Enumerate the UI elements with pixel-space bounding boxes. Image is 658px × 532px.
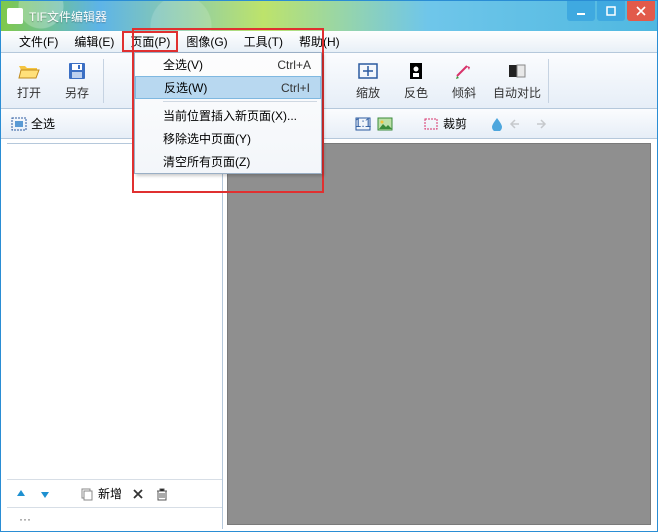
menubar: 文件(F) 编辑(E) 页面(P) 图像(G) 工具(T) 帮助(H) <box>1 31 657 53</box>
more-label: ··· <box>19 512 31 526</box>
move-down-icon[interactable] <box>37 486 53 502</box>
toolbar-main: 打开 另存 打 缩放 反色 倾斜 自动对比 <box>1 53 657 109</box>
more-bar[interactable]: ··· <box>7 507 222 529</box>
menu-insert-page[interactable]: 当前位置插入新页面(X)... <box>135 104 321 127</box>
toolbar-separator <box>103 59 104 103</box>
invert-label: 反色 <box>404 84 428 101</box>
delete-x-icon[interactable] <box>130 486 146 502</box>
app-icon <box>7 8 23 24</box>
open-label: 打开 <box>17 84 41 101</box>
contrast-icon <box>506 60 528 82</box>
minimize-button[interactable] <box>567 1 595 21</box>
menu-invert-selection[interactable]: 反选(W) Ctrl+I <box>135 76 321 99</box>
select-all-label: 全选 <box>31 115 55 132</box>
menu-item-label: 移除选中页面(Y) <box>163 130 251 147</box>
close-button[interactable] <box>627 1 655 21</box>
menu-page[interactable]: 页面(P) <box>122 31 178 52</box>
copy-icon <box>79 486 95 502</box>
thumbnail-list[interactable] <box>7 144 222 479</box>
invert-icon <box>405 60 427 82</box>
menu-edit[interactable]: 编辑(E) <box>66 31 122 52</box>
toolbar-secondary: 全选 1:1 裁剪 <box>1 109 657 139</box>
picture-icon[interactable] <box>377 117 393 131</box>
menu-item-label: 清空所有页面(Z) <box>163 153 250 170</box>
menu-help[interactable]: 帮助(H) <box>291 31 348 52</box>
svg-text:1:1: 1:1 <box>355 117 371 130</box>
page-menu-dropdown: 全选(V) Ctrl+A 反选(W) Ctrl+I 当前位置插入新页面(X)..… <box>134 52 322 174</box>
menu-image[interactable]: 图像(G) <box>178 31 235 52</box>
thumbnail-toolbar: 新增 <box>7 479 222 507</box>
main-area: 新增 ··· <box>1 139 657 531</box>
save-label: 另存 <box>65 84 89 101</box>
maximize-button[interactable] <box>597 1 625 21</box>
zoom-button[interactable]: 缩放 <box>344 56 392 106</box>
menu-item-label: 反选(W) <box>164 79 207 96</box>
toolbar-separator <box>548 59 549 103</box>
menu-item-label: 当前位置插入新页面(X)... <box>163 107 297 124</box>
thumbnail-pane: 新增 ··· <box>7 143 223 529</box>
redo-icon <box>531 118 547 130</box>
add-page-button[interactable]: 新增 <box>79 485 122 502</box>
save-button[interactable]: 另存 <box>53 56 101 106</box>
crop-button[interactable]: 裁剪 <box>419 113 471 134</box>
open-button[interactable]: 打开 <box>5 56 53 106</box>
undo-icon <box>509 118 525 130</box>
window-title: TIF文件编辑器 <box>29 8 107 25</box>
zoom-label: 缩放 <box>356 84 380 101</box>
save-icon <box>66 60 88 82</box>
skew-button[interactable]: 倾斜 <box>440 56 488 106</box>
menu-item-shortcut: Ctrl+A <box>277 58 311 72</box>
invert-button[interactable]: 反色 <box>392 56 440 106</box>
menu-tool[interactable]: 工具(T) <box>236 31 291 52</box>
menu-item-label: 全选(V) <box>163 56 203 73</box>
move-up-icon[interactable] <box>13 486 29 502</box>
crop-icon <box>423 116 439 132</box>
titlebar: TIF文件编辑器 <box>1 1 657 31</box>
skew-icon <box>453 60 475 82</box>
menu-select-all[interactable]: 全选(V) Ctrl+A <box>135 53 321 76</box>
menu-remove-selected[interactable]: 移除选中页面(Y) <box>135 127 321 150</box>
folder-open-icon <box>18 60 40 82</box>
droplet-icon[interactable] <box>491 117 503 131</box>
skew-label: 倾斜 <box>452 84 476 101</box>
menu-separator <box>163 101 317 102</box>
auto-label: 自动对比 <box>493 84 541 101</box>
trash-icon[interactable] <box>154 486 170 502</box>
zoom-icon <box>357 60 379 82</box>
canvas-area[interactable] <box>227 143 651 525</box>
select-all-icon <box>11 116 27 132</box>
fit-icon[interactable]: 1:1 <box>355 117 371 131</box>
auto-contrast-button[interactable]: 自动对比 <box>488 56 546 106</box>
menu-file[interactable]: 文件(F) <box>11 31 66 52</box>
add-page-label: 新增 <box>98 485 122 502</box>
menu-clear-all[interactable]: 清空所有页面(Z) <box>135 150 321 173</box>
select-all-button[interactable]: 全选 <box>7 113 59 134</box>
menu-item-shortcut: Ctrl+I <box>281 81 310 95</box>
crop-label: 裁剪 <box>443 115 467 132</box>
